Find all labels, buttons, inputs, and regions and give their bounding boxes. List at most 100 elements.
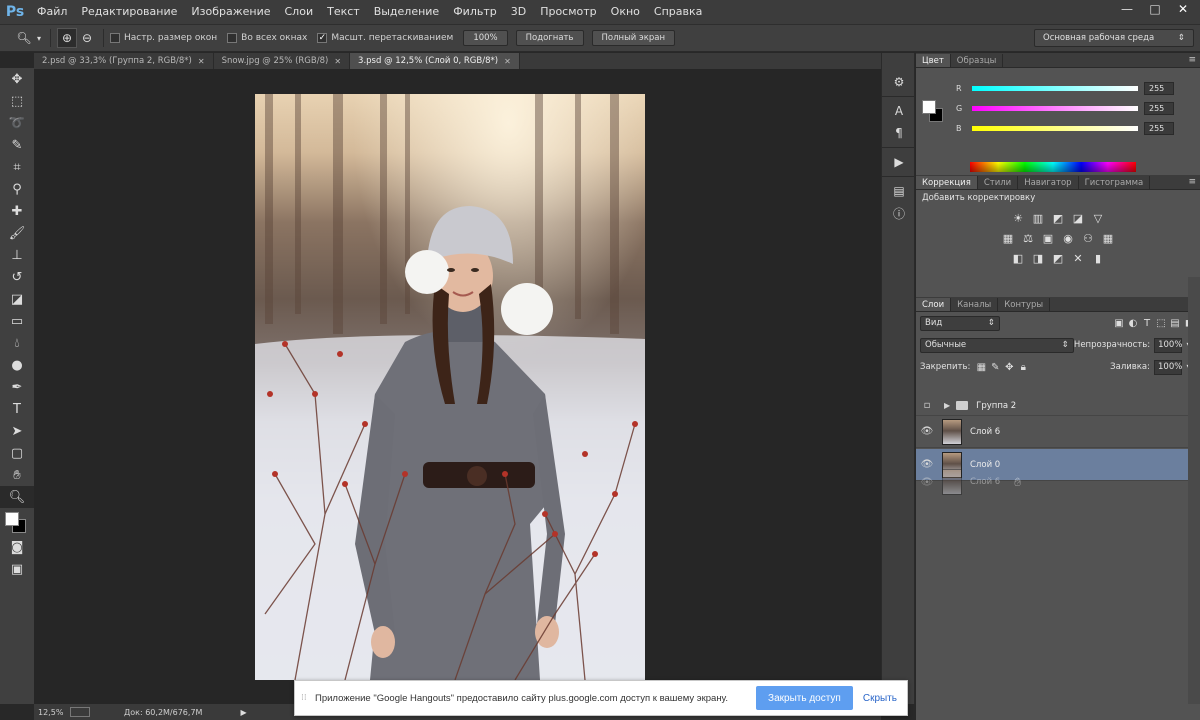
history-brush-tool-icon[interactable]: ↺ <box>0 266 34 288</box>
gradient-tool-icon[interactable]: ▭ <box>0 310 34 332</box>
fit-screen-button[interactable]: Подогнать <box>515 30 584 46</box>
drag-handle-icon[interactable]: ⁞⁞ <box>301 693 315 703</box>
g-value-input[interactable]: 255 <box>1144 101 1174 115</box>
lock-transparent-icon[interactable]: ▦ <box>974 360 988 374</box>
menu-view[interactable]: Просмотр <box>533 0 603 24</box>
hue-saturation-icon[interactable]: ▦ <box>1000 230 1016 246</box>
g-slider[interactable] <box>972 105 1138 111</box>
exposure-icon[interactable]: ◪ <box>1070 210 1086 226</box>
crop-tool-icon[interactable]: ⌗ <box>0 156 34 178</box>
checkmark-icon[interactable]: ✓ <box>317 33 328 43</box>
visibility-toggle[interactable]: ▫ <box>916 400 938 411</box>
doc-tab-3psd[interactable]: 3.psd @ 12,5% (Слой 0, RGB/8*) ✕ <box>350 53 520 69</box>
tab-swatches[interactable]: Образцы <box>951 54 1004 67</box>
lasso-tool-icon[interactable]: ➰ <box>0 112 34 134</box>
photo-filter-icon[interactable]: ◉ <box>1060 230 1076 246</box>
status-menu-arrow-icon[interactable]: ▶ <box>240 708 246 717</box>
tab-navigator[interactable]: Навигатор <box>1018 176 1079 189</box>
r-slider[interactable] <box>972 85 1138 91</box>
b-slider[interactable] <box>972 125 1138 131</box>
healing-brush-tool-icon[interactable]: ✚ <box>0 200 34 222</box>
path-select-tool-icon[interactable]: ➤ <box>0 420 34 442</box>
panel-menu-icon[interactable]: ≡ <box>1188 177 1196 187</box>
zoom-tool-icon[interactable]: 🔍︎ <box>0 486 34 508</box>
tab-color[interactable]: Цвет <box>916 54 951 67</box>
doc-tab-2psd[interactable]: 2.psd @ 33,3% (Группа 2, RGB/8*) ✕ <box>34 53 214 69</box>
shape-tool-icon[interactable]: ▢ <box>0 442 34 464</box>
color-swatches[interactable] <box>0 508 34 536</box>
checkbox-box[interactable] <box>110 33 120 43</box>
color-balance-icon[interactable]: ⚖ <box>1020 230 1036 246</box>
threshold-icon[interactable]: ◩ <box>1050 250 1066 266</box>
tab-channels[interactable]: Каналы <box>951 298 999 311</box>
blur-tool-icon[interactable]: 💧︎ <box>0 332 34 354</box>
move-tool-icon[interactable]: ✥ <box>0 68 34 90</box>
close-icon[interactable]: ✕ <box>504 57 511 66</box>
tab-paths[interactable]: Контуры <box>998 298 1051 311</box>
marquee-tool-icon[interactable]: ⬚ <box>0 90 34 112</box>
quick-select-tool-icon[interactable]: ✎ <box>0 134 34 156</box>
channel-mixer-icon[interactable]: ⚇ <box>1080 230 1096 246</box>
tab-layers[interactable]: Слои <box>916 298 952 311</box>
doc-tab-snow[interactable]: Snow.jpg @ 25% (RGB/8) ✕ <box>214 53 351 69</box>
zoom-100-button[interactable]: 100% <box>463 30 508 46</box>
eyedropper-tool-icon[interactable]: ⚲ <box>0 178 34 200</box>
close-button[interactable]: ✕ <box>1170 0 1196 18</box>
color-lookup-icon[interactable]: ▦ <box>1100 230 1116 246</box>
posterize-icon[interactable]: ◨ <box>1030 250 1046 266</box>
brightness-icon[interactable]: ☀ <box>1010 210 1026 226</box>
layers-scrollbar[interactable] <box>1188 277 1200 704</box>
history-panel-icon[interactable]: ⚙ <box>882 71 916 93</box>
tab-histogram[interactable]: Гистограмма <box>1079 176 1151 189</box>
menu-image[interactable]: Изображение <box>184 0 277 24</box>
eye-icon[interactable]: 👁︎ <box>916 459 938 470</box>
eye-icon[interactable]: 👁︎ <box>916 426 938 437</box>
close-icon[interactable]: ✕ <box>334 57 341 66</box>
quick-mask-icon[interactable]: ◙ <box>0 536 34 558</box>
menu-help[interactable]: Справка <box>647 0 709 24</box>
menu-filter[interactable]: Фильтр <box>446 0 504 24</box>
panel-menu-icon[interactable]: ≡ <box>1188 55 1196 65</box>
menu-3d[interactable]: 3D <box>504 0 533 24</box>
menu-type[interactable]: Текст <box>320 0 367 24</box>
fill-screen-button[interactable]: Полный экран <box>591 30 675 46</box>
eraser-tool-icon[interactable]: ◪ <box>0 288 34 310</box>
lock-all-icon[interactable]: 🔒︎ <box>1016 360 1030 374</box>
brush-tool-icon[interactable]: 🖌︎ <box>0 222 34 244</box>
stop-sharing-button[interactable]: Закрыть доступ <box>756 686 853 710</box>
actions-panel-icon[interactable]: ▶ <box>882 151 916 173</box>
dodge-tool-icon[interactable]: ● <box>0 354 34 376</box>
invert-icon[interactable]: ◧ <box>1010 250 1026 266</box>
layer-row-sloi-6[interactable]: 👁︎ Слой 6 <box>916 416 1188 448</box>
lock-position-icon[interactable]: ✥ <box>1002 360 1016 374</box>
color-spectrum[interactable] <box>970 162 1136 172</box>
layer-row-group-2[interactable]: ▫ ▶ Группа 2 <box>916 396 1188 416</box>
minimize-button[interactable]: — <box>1114 0 1140 18</box>
tab-adjustments[interactable]: Коррекция <box>916 176 978 189</box>
tab-styles[interactable]: Стили <box>978 176 1019 189</box>
filter-pixel-icon[interactable]: ▣ <box>1112 316 1126 330</box>
blend-mode-select[interactable]: Обычные ⇕ <box>920 337 1074 353</box>
hand-tool-icon[interactable]: ✋︎ <box>0 464 34 486</box>
pen-tool-icon[interactable]: ✒ <box>0 376 34 398</box>
curves-icon[interactable]: ◩ <box>1050 210 1066 226</box>
clone-stamp-tool-icon[interactable]: ⊥ <box>0 244 34 266</box>
menu-select[interactable]: Выделение <box>367 0 447 24</box>
character-panel-icon[interactable]: A <box>882 100 916 122</box>
zoom-in-icon[interactable]: ⊕ <box>57 28 77 48</box>
close-icon[interactable]: ✕ <box>198 57 205 66</box>
expand-arrow-icon[interactable]: ▶ <box>944 401 950 410</box>
zoom-tool-icon[interactable]: 🔍︎ <box>14 28 34 48</box>
tool-preset-chevron-icon[interactable]: ▾ <box>34 28 44 48</box>
filter-adjustment-icon[interactable]: ◐ <box>1126 316 1140 330</box>
gradient-map-icon[interactable]: ▮ <box>1090 250 1106 266</box>
zoom-out-icon[interactable]: ⊖ <box>77 28 97 48</box>
menu-window[interactable]: Окно <box>604 0 647 24</box>
vibrance-icon[interactable]: ▽ <box>1090 210 1106 226</box>
b-value-input[interactable]: 255 <box>1144 121 1174 135</box>
filter-type-icon[interactable]: T <box>1140 316 1154 330</box>
r-value-input[interactable]: 255 <box>1144 81 1174 95</box>
paragraph-panel-icon[interactable]: ¶ <box>882 122 916 144</box>
info-panel-icon[interactable]: ⓘ <box>882 202 916 224</box>
zoom-level[interactable]: 12,5% <box>34 708 70 717</box>
